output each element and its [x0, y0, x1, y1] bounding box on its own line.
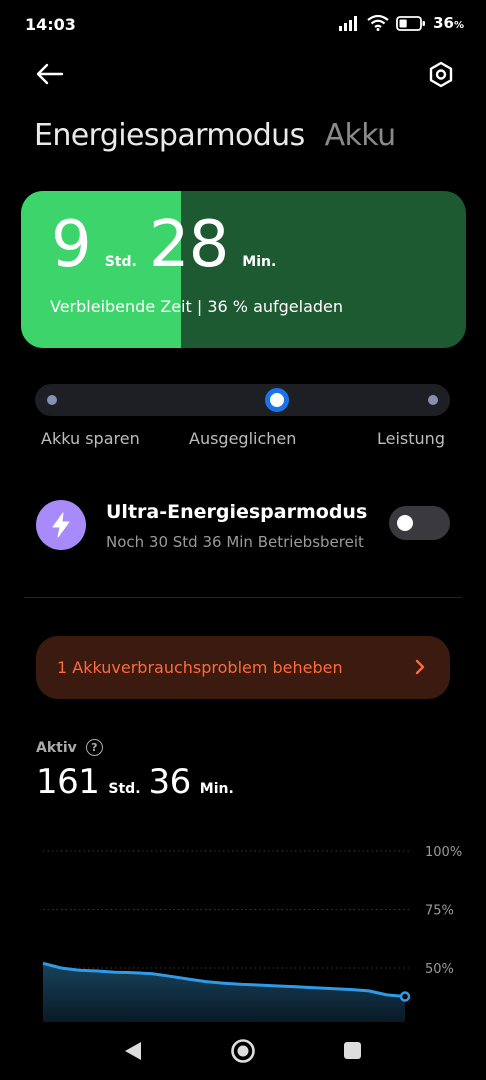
ultra-mode-toggle[interactable]	[389, 506, 450, 540]
tab-energiesparmodus[interactable]: Energiesparmodus	[34, 118, 305, 153]
settings-icon[interactable]	[427, 60, 455, 90]
active-time-value: 161 Std. 36 Min.	[36, 762, 242, 802]
remaining-time-label: Verbleibende Zeit | 36 % aufgeladen	[50, 297, 344, 316]
issue-banner-text: 1 Akkuverbrauchsproblem beheben	[57, 658, 343, 677]
battery-status-card: 9 Std. 28 Min. Verbleibende Zeit | 36 % …	[21, 191, 466, 348]
active-time-label: Aktiv	[36, 739, 77, 756]
chart-y-tick-label: 100%	[425, 845, 462, 860]
chart-y-tick-label: 50%	[425, 962, 454, 977]
mode-option-akku-sparen[interactable]: Akku sparen	[41, 429, 140, 448]
status-bar: 14:03 36%	[0, 0, 486, 48]
ultra-mode-subtitle: Noch 30 Std 36 Min Betriebsbereit	[106, 533, 364, 551]
back-arrow-icon[interactable]	[34, 60, 64, 88]
battery-issue-banner[interactable]: 1 Akkuverbrauchsproblem beheben	[36, 636, 450, 699]
mode-option-ausgeglichen[interactable]: Ausgeglichen	[189, 429, 296, 448]
slider-stop-leistung[interactable]	[428, 395, 438, 405]
toggle-knob	[397, 515, 413, 531]
nav-home-icon[interactable]	[230, 1038, 256, 1064]
power-mode-slider[interactable]	[35, 384, 450, 416]
nav-recents-icon[interactable]	[343, 1041, 362, 1060]
remaining-time: 9 Std. 28 Min.	[51, 213, 288, 277]
section-divider	[24, 597, 462, 598]
status-icons: 36%	[338, 14, 464, 32]
navigation-bar	[0, 1024, 486, 1080]
active-minutes-unit: Min.	[199, 781, 234, 797]
active-time-header: Aktiv ?	[36, 739, 103, 756]
tab-akku[interactable]: Akku	[325, 118, 397, 153]
ultra-mode-title: Ultra-Energiesparmodus	[106, 501, 368, 523]
remaining-minutes: 28	[148, 208, 229, 282]
remaining-minutes-unit: Min.	[242, 254, 277, 270]
wifi-icon	[367, 15, 389, 31]
help-icon[interactable]: ?	[85, 739, 103, 756]
status-time: 14:03	[25, 15, 76, 34]
active-hours-unit: Std.	[108, 781, 141, 797]
mode-option-leistung[interactable]: Leistung	[377, 429, 445, 448]
nav-back-icon[interactable]	[123, 1040, 143, 1062]
battery-level-chart: 100% 75% 50%	[42, 845, 462, 1022]
battery-icon	[396, 15, 426, 31]
remaining-hours: 9	[51, 208, 92, 282]
slider-knob[interactable]	[265, 388, 289, 412]
chart-y-tick-label: 75%	[425, 904, 454, 919]
chevron-right-icon	[415, 659, 425, 675]
active-hours: 161	[36, 762, 100, 802]
chart-current-point	[399, 991, 411, 1002]
lightning-bolt-icon	[36, 500, 86, 550]
battery-percent: 36%	[433, 14, 464, 32]
active-minutes: 36	[148, 762, 192, 802]
slider-stop-akku-sparen[interactable]	[47, 395, 57, 405]
remaining-hours-unit: Std.	[104, 254, 137, 270]
tab-bar: Energiesparmodus Akku	[34, 118, 396, 153]
signal-icon	[339, 16, 358, 31]
